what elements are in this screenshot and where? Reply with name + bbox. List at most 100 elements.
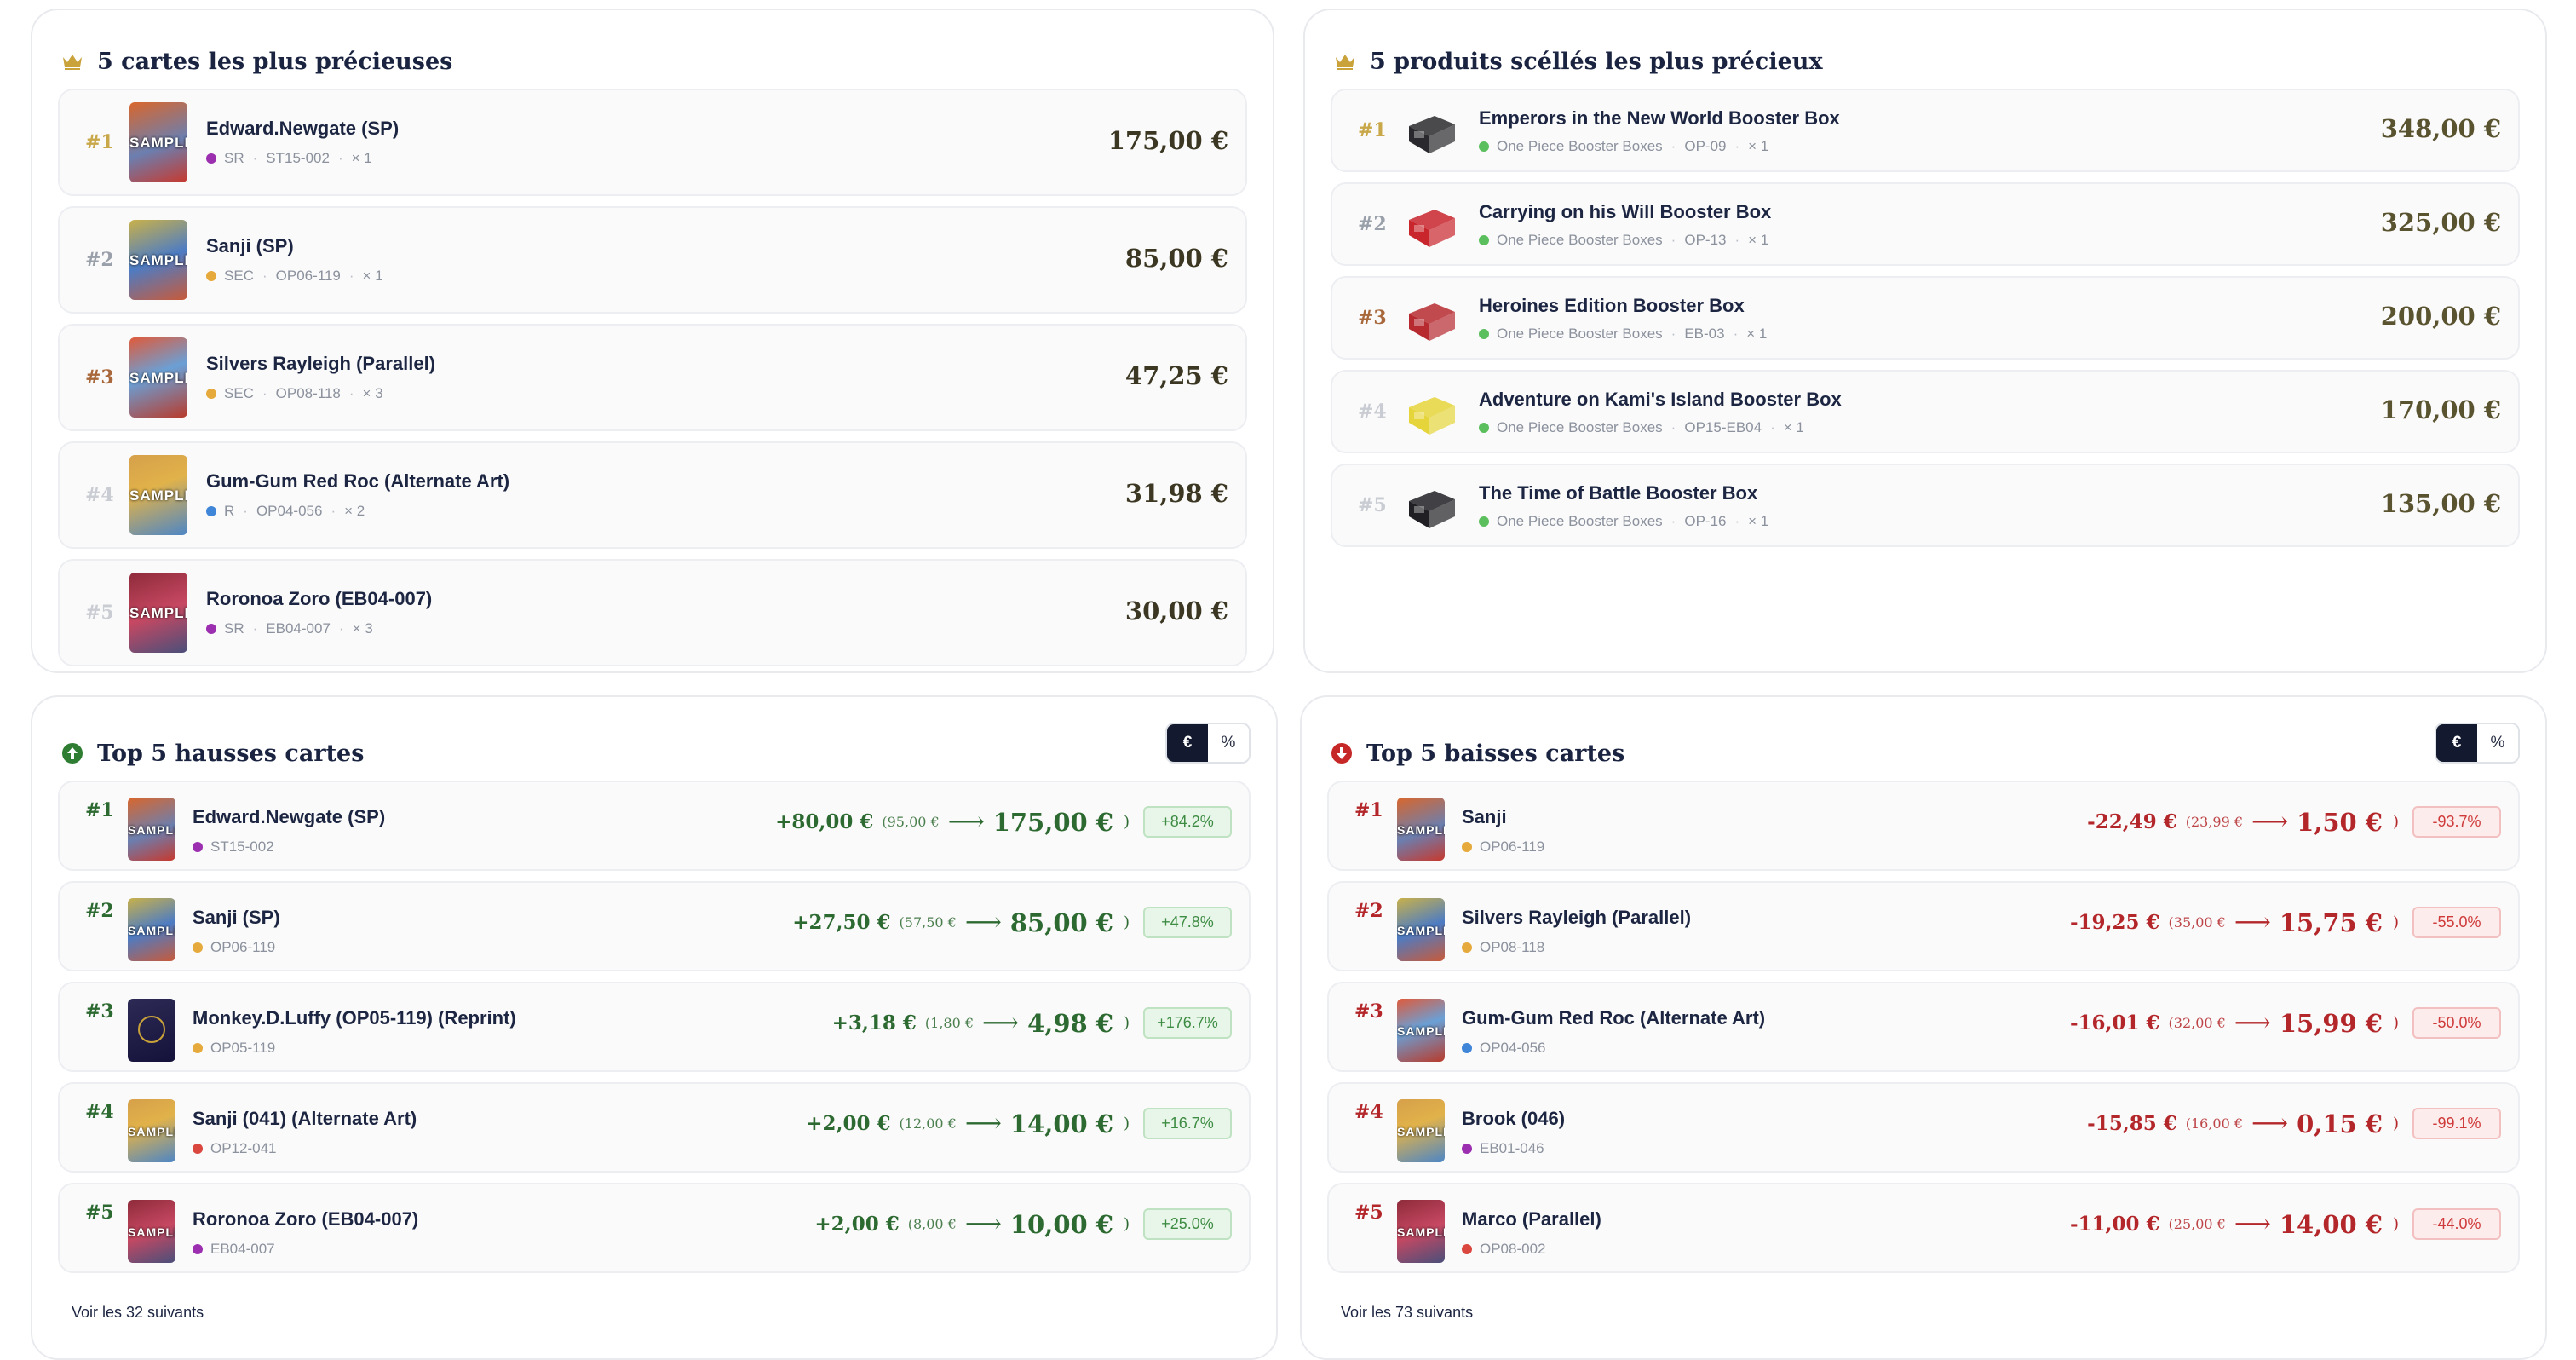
closing-paren: ) xyxy=(2392,913,2399,931)
card-name[interactable]: Gum-Gum Red Roc (Alternate Art) xyxy=(206,470,509,493)
most-valuable-sealed-panel: 5 produits scéllés les plus précieux #1 E… xyxy=(1303,9,2547,673)
quantity: × 1 xyxy=(1748,513,1769,529)
product-meta: One Piece Booster Boxes · OP-13 · × 1 xyxy=(1479,232,1768,249)
booster-box-thumbnail xyxy=(1404,385,1458,440)
rarity-dot xyxy=(206,506,216,516)
quantity: × 1 xyxy=(1746,326,1768,342)
quantity: × 1 xyxy=(351,150,372,166)
arrow-up-circle-icon xyxy=(61,742,83,764)
arrow-right-icon: ⟶ xyxy=(2251,1109,2289,1138)
rarity-dot xyxy=(206,389,216,399)
toggle-euro-button[interactable]: € xyxy=(2436,724,2477,762)
card-thumbnail: SAMPLE xyxy=(1397,898,1445,961)
closing-paren: ) xyxy=(2392,1115,2399,1132)
sealed-row[interactable]: #5 The Time of Battle Booster Box One Piec… xyxy=(1331,464,2520,547)
card-sample-label: SAMPLE xyxy=(128,822,175,837)
product-name[interactable]: The Time of Battle Booster Box xyxy=(1479,482,1757,504)
arrow-down-circle-icon xyxy=(1331,742,1353,764)
rank-label: #4 xyxy=(1354,1101,1383,1123)
separator: · xyxy=(1733,326,1739,342)
toggle-percent-button[interactable]: % xyxy=(1208,724,1249,762)
mover-row[interactable]: #3 SAMPLE Gum-Gum Red Roc (Alternate Art) O… xyxy=(1327,982,2520,1072)
card-sample-label: SAMPLE xyxy=(129,134,187,151)
card-name[interactable]: Roronoa Zoro (EB04-007) xyxy=(193,1208,418,1230)
product-meta: One Piece Booster Boxes · OP15-EB04 · × 1 xyxy=(1479,419,1804,436)
mover-row[interactable]: #1 SAMPLE Sanji OP06-119 -22,49 € (23,99 € ⟶ 1,… xyxy=(1327,781,2520,871)
card-thumbnail: SAMPLE xyxy=(128,798,175,861)
rarity-dot xyxy=(1462,942,1472,953)
rank-label: #2 xyxy=(1358,213,1387,235)
card-name[interactable]: Silvers Rayleigh (Parallel) xyxy=(1462,907,1691,929)
product-code: OP-13 xyxy=(1684,232,1727,248)
product-meta: One Piece Booster Boxes · OP-09 · × 1 xyxy=(1479,138,1768,155)
card-meta: OP04-056 xyxy=(1462,1040,1546,1057)
card-meta: R · OP04-056 · × 2 xyxy=(206,503,365,520)
sealed-row[interactable]: #1 Emperors in the New World Booster Box O… xyxy=(1331,89,2520,172)
card-name[interactable]: Sanji (SP) xyxy=(193,907,280,929)
card-name[interactable]: Sanji xyxy=(1462,806,1507,828)
card-name[interactable]: Monkey.D.Luffy (OP05-119) (Reprint) xyxy=(193,1007,516,1029)
new-price: 14,00 € xyxy=(2279,1209,2383,1239)
card-code: OP04-056 xyxy=(256,503,323,519)
card-row[interactable]: #2 SAMPLE Sanji (SP) SEC · OP06-119 · × 1 85,00 … xyxy=(58,206,1247,314)
mover-row[interactable]: #2 SAMPLE Sanji (SP) OP06-119 +27,50 € (57,50… xyxy=(58,881,1251,971)
price-diff: -11,00 € xyxy=(2069,1213,2160,1236)
card-price: 85,00 € xyxy=(1124,244,1228,273)
mover-row[interactable]: #5 SAMPLE Roronoa Zoro (EB04-007) EB04-007 +… xyxy=(58,1183,1251,1273)
card-row[interactable]: #1 SAMPLE Edward.Newgate (SP) SR · ST15-002 · ×… xyxy=(58,89,1247,196)
sealed-row[interactable]: #2 Carrying on his Will Booster Box One Pi… xyxy=(1331,182,2520,266)
sealed-row[interactable]: #4 Adventure on Kami's Island Booster Box… xyxy=(1331,370,2520,453)
card-name[interactable]: Edward.Newgate (SP) xyxy=(206,118,399,140)
see-more-link[interactable]: Voir les 73 suivants xyxy=(1341,1304,1473,1322)
card-meta: SR · EB04-007 · × 3 xyxy=(206,620,373,637)
mover-row[interactable]: #3 Monkey.D.Luffy (OP05-119) (Reprint) OP0… xyxy=(58,982,1251,1072)
card-price: 47,25 € xyxy=(1124,361,1228,390)
percent-badge: +47.8% xyxy=(1143,907,1232,938)
rank-label: #1 xyxy=(85,131,114,153)
rarity-dot xyxy=(193,942,203,953)
card-meta: OP12-041 xyxy=(193,1140,277,1157)
product-name[interactable]: Heroines Edition Booster Box xyxy=(1479,295,1745,317)
card-row[interactable]: #3 SAMPLE Silvers Rayleigh (Parallel) SEC · O… xyxy=(58,324,1247,431)
card-name[interactable]: Gum-Gum Red Roc (Alternate Art) xyxy=(1462,1007,1765,1029)
mover-row[interactable]: #1 SAMPLE Edward.Newgate (SP) ST15-002 +80,0… xyxy=(58,781,1251,871)
mover-row[interactable]: #5 SAMPLE Marco (Parallel) OP08-002 -11,00 €… xyxy=(1327,1183,2520,1273)
card-code: OP08-118 xyxy=(1480,939,1545,955)
card-row[interactable]: #4 SAMPLE Gum-Gum Red Roc (Alternate Art) R… xyxy=(58,441,1247,549)
quantity: × 2 xyxy=(344,503,365,519)
mover-row[interactable]: #4 SAMPLE Brook (046) EB01-046 -15,85 € (16,0… xyxy=(1327,1082,2520,1173)
card-code: OP04-056 xyxy=(1480,1040,1546,1056)
card-name[interactable]: Marco (Parallel) xyxy=(1462,1208,1601,1230)
card-code: EB04-007 xyxy=(210,1241,275,1257)
card-row[interactable]: #5 SAMPLE Roronoa Zoro (EB04-007) SR · EB04-0… xyxy=(58,559,1247,666)
new-price: 14,00 € xyxy=(1009,1109,1113,1138)
card-name[interactable]: Edward.Newgate (SP) xyxy=(193,806,385,828)
card-name[interactable]: Roronoa Zoro (EB04-007) xyxy=(206,588,432,610)
card-name[interactable]: Brook (046) xyxy=(1462,1108,1565,1130)
top-losses-panel: Top 5 baisses cartes € % #1 SAMPLE Sanji OP… xyxy=(1300,695,2547,1360)
card-sample-label: SAMPLE xyxy=(1397,822,1445,837)
separator: · xyxy=(1770,419,1775,435)
product-name[interactable]: Carrying on his Will Booster Box xyxy=(1479,201,1771,223)
card-name[interactable]: Sanji (SP) xyxy=(206,235,294,257)
rarity-dot xyxy=(1462,1244,1472,1254)
separator: · xyxy=(1670,326,1676,342)
toggle-percent-button[interactable]: % xyxy=(2477,724,2518,762)
mover-row[interactable]: #2 SAMPLE Silvers Rayleigh (Parallel) OP08-… xyxy=(1327,881,2520,971)
rank-label: #2 xyxy=(85,900,114,922)
card-thumbnail: SAMPLE xyxy=(129,455,187,535)
closing-paren: ) xyxy=(1123,1215,1130,1233)
rank-label: #1 xyxy=(1354,799,1383,821)
see-more-link[interactable]: Voir les 32 suivants xyxy=(72,1304,204,1322)
price-diff: -22,49 € xyxy=(2087,810,2177,833)
product-name[interactable]: Emperors in the New World Booster Box xyxy=(1479,107,1840,130)
mover-row[interactable]: #4 SAMPLE Sanji (041) (Alternate Art) OP12-… xyxy=(58,1082,1251,1173)
price-diff: +2,00 € xyxy=(814,1213,900,1236)
losses-list: #1 SAMPLE Sanji OP06-119 -22,49 € (23,99 € ⟶ 1,… xyxy=(1327,781,2520,1283)
card-name[interactable]: Sanji (041) (Alternate Art) xyxy=(193,1108,417,1130)
product-meta: One Piece Booster Boxes · OP-16 · × 1 xyxy=(1479,513,1768,530)
sealed-row[interactable]: #3 Heroines Edition Booster Box One Piece … xyxy=(1331,276,2520,360)
product-name[interactable]: Adventure on Kami's Island Booster Box xyxy=(1479,389,1842,411)
card-name[interactable]: Silvers Rayleigh (Parallel) xyxy=(206,353,435,375)
toggle-euro-button[interactable]: € xyxy=(1167,724,1208,762)
